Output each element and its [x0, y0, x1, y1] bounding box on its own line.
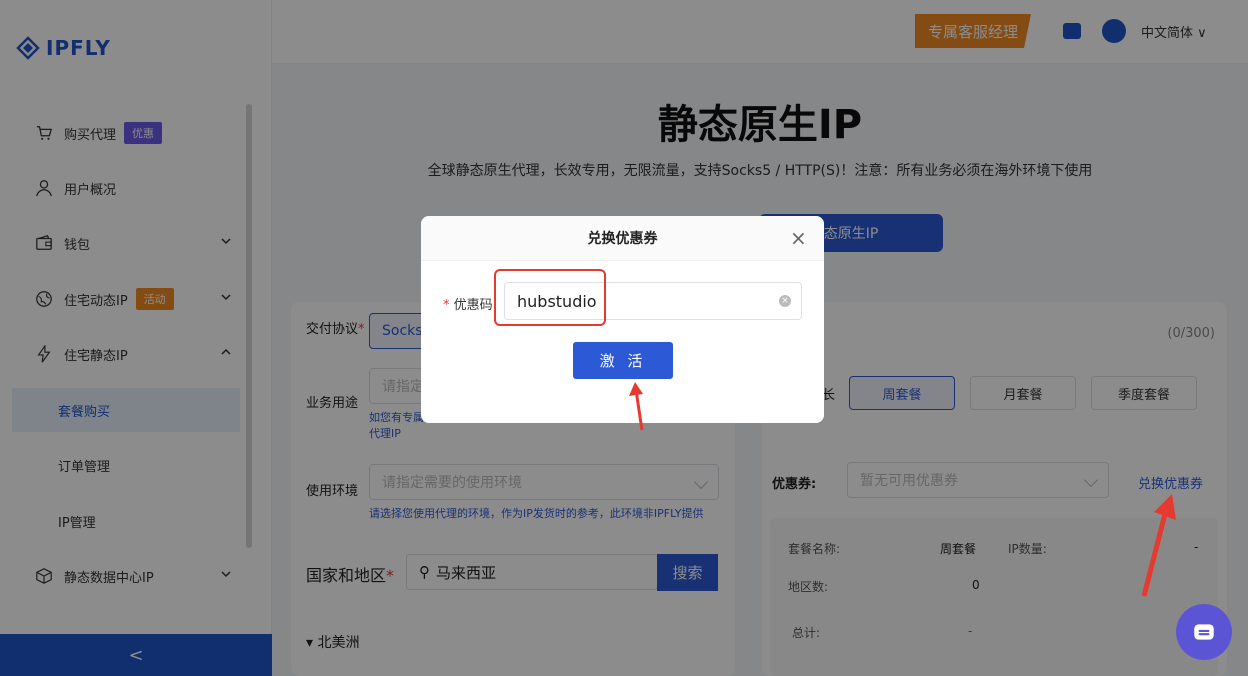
activate-button[interactable]: 激 活 [573, 342, 673, 379]
annotation-arrow-icon [629, 382, 644, 431]
close-icon[interactable]: × [790, 228, 807, 248]
chat-bubble-icon [1194, 624, 1214, 640]
dialog-title: 兑换优惠券 [421, 216, 824, 261]
floating-chat-button[interactable] [1176, 604, 1232, 660]
annotation-arrow-icon [1141, 494, 1176, 597]
clear-icon[interactable]: × [779, 295, 791, 307]
coupon-code-label: * 优惠码 [443, 298, 493, 313]
redeem-coupon-dialog: 兑换优惠券 × * 优惠码 hubstudio × 激 活 [421, 216, 824, 423]
annotation-highlight-box [494, 269, 606, 326]
